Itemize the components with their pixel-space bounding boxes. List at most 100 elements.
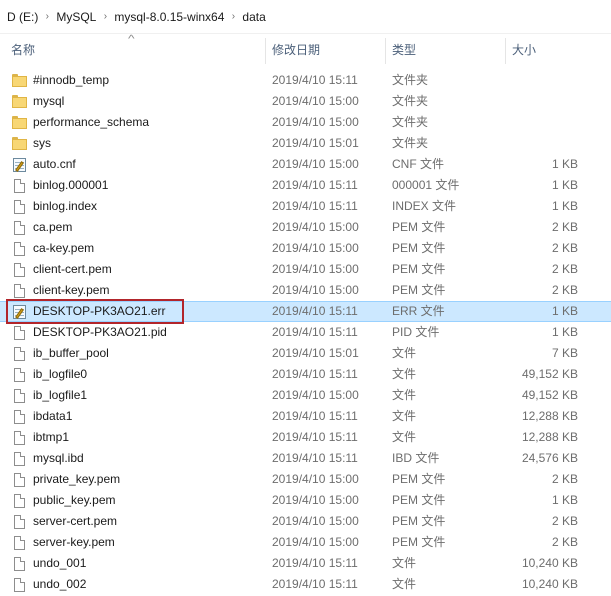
column-divider[interactable]	[505, 38, 506, 64]
folder-icon	[12, 95, 27, 108]
file-row[interactable]: ib_logfile0 2019/4/10 15:11 文件 49,152 KB	[0, 364, 611, 385]
file-row[interactable]: #innodb_temp 2019/4/10 15:11 文件夹	[0, 70, 611, 91]
file-row[interactable]: DESKTOP-PK3AO21.err 2019/4/10 15:11 ERR 文件…	[0, 301, 611, 322]
file-row[interactable]: private_key.pem 2019/4/10 15:00 PEM 文件 2 KB	[0, 469, 611, 490]
file-name: ib_buffer_pool	[33, 346, 109, 360]
file-size: 1 KB	[551, 304, 578, 318]
file-row[interactable]: binlog.index 2019/4/10 15:11 INDEX 文件 1 KB	[0, 196, 611, 217]
file-date: 2019/4/10 15:11	[272, 199, 358, 213]
file-type: 文件夹	[392, 115, 429, 129]
file-name: client-cert.pem	[33, 262, 112, 276]
file-row[interactable]: binlog.000001 2019/4/10 15:11 000001 文件 1 K…	[0, 175, 611, 196]
file-row[interactable]: sys 2019/4/10 15:01 文件夹	[0, 133, 611, 154]
file-icon	[14, 367, 25, 382]
file-row[interactable]: ca.pem 2019/4/10 15:00 PEM 文件 2 KB	[0, 217, 611, 238]
chevron-right-icon[interactable]: ›	[224, 11, 242, 22]
file-date: 2019/4/10 15:00	[272, 283, 359, 297]
file-row[interactable]: public_key.pem 2019/4/10 15:00 PEM 文件 1 KB	[0, 490, 611, 511]
file-type: 文件夹	[392, 94, 429, 108]
file-name: ib_logfile1	[33, 388, 88, 402]
column-header-size[interactable]: 大小	[512, 34, 602, 66]
file-row[interactable]: mysql.ibd 2019/4/10 15:11 IBD 文件 24,576 KB	[0, 448, 611, 469]
breadcrumb-item-data[interactable]: data	[242, 10, 265, 24]
column-header-name[interactable]: 名称	[11, 34, 265, 66]
file-row-icon-cell	[12, 133, 28, 154]
breadcrumb-item-mysql[interactable]: MySQL	[56, 10, 96, 24]
file-date: 2019/4/10 15:00	[272, 94, 359, 108]
file-type: 文件	[392, 409, 417, 423]
file-icon	[14, 199, 25, 214]
file-row[interactable]: undo_001 2019/4/10 15:11 文件 10,240 KB	[0, 553, 611, 574]
file-row-icon-cell	[12, 364, 28, 385]
file-name: binlog.000001	[33, 178, 109, 192]
file-row[interactable]: DESKTOP-PK3AO21.pid 2019/4/10 15:11 PID 文件…	[0, 322, 611, 343]
file-icon	[14, 472, 25, 487]
file-type: ERR 文件	[392, 304, 445, 318]
file-row-icon-cell	[12, 343, 28, 364]
file-row-icon-cell	[12, 385, 28, 406]
file-row-icon-cell	[12, 448, 28, 469]
file-type: 文件	[392, 388, 417, 402]
file-row-icon-cell	[12, 553, 28, 574]
file-row-icon-cell	[12, 70, 28, 91]
file-row[interactable]: mysql 2019/4/10 15:00 文件夹	[0, 91, 611, 112]
file-row[interactable]: server-cert.pem 2019/4/10 15:00 PEM 文件 2 KB	[0, 511, 611, 532]
file-type: PEM 文件	[392, 241, 446, 255]
file-type: 文件	[392, 556, 417, 570]
file-name: client-key.pem	[33, 283, 110, 297]
file-size: 49,152 KB	[521, 367, 578, 381]
file-size: 10,240 KB	[521, 577, 578, 591]
file-row[interactable]: ib_logfile1 2019/4/10 15:00 文件 49,152 KB	[0, 385, 611, 406]
file-name: DESKTOP-PK3AO21.err	[33, 304, 166, 318]
file-type: 文件夹	[392, 73, 429, 87]
file-size: 1 KB	[551, 325, 578, 339]
file-date: 2019/4/10 15:01	[272, 346, 359, 360]
column-header-type[interactable]: 类型	[392, 34, 502, 66]
notepad-icon	[13, 157, 26, 172]
column-divider[interactable]	[265, 38, 266, 64]
file-row[interactable]: performance_schema 2019/4/10 15:00 文件夹	[0, 112, 611, 133]
file-icon	[14, 283, 25, 298]
file-size: 12,288 KB	[521, 430, 578, 444]
file-date: 2019/4/10 15:00	[272, 115, 359, 129]
breadcrumb-item-mysql-version[interactable]: mysql-8.0.15-winx64	[114, 10, 224, 24]
chevron-right-icon[interactable]: ›	[38, 11, 56, 22]
file-row[interactable]: server-key.pem 2019/4/10 15:00 PEM 文件 2 KB	[0, 532, 611, 553]
file-type: 文件	[392, 577, 417, 591]
file-row-icon-cell	[12, 280, 28, 301]
file-row-icon-cell	[12, 469, 28, 490]
file-type: PEM 文件	[392, 262, 446, 276]
file-row[interactable]: ca-key.pem 2019/4/10 15:00 PEM 文件 2 KB	[0, 238, 611, 259]
file-size: 24,576 KB	[521, 451, 578, 465]
chevron-right-icon[interactable]: ›	[96, 11, 114, 22]
file-row-icon-cell	[12, 91, 28, 112]
file-row[interactable]: auto.cnf 2019/4/10 15:00 CNF 文件 1 KB	[0, 154, 611, 175]
file-name: mysql	[33, 94, 65, 108]
file-size: 1 KB	[551, 493, 578, 507]
file-row-icon-cell	[12, 532, 28, 553]
file-type: PEM 文件	[392, 283, 446, 297]
file-name: public_key.pem	[33, 493, 116, 507]
file-row[interactable]: ib_buffer_pool 2019/4/10 15:01 文件 7 KB	[0, 343, 611, 364]
file-row-icon-cell	[12, 322, 28, 343]
file-name: ib_logfile0	[33, 367, 88, 381]
file-row[interactable]: client-cert.pem 2019/4/10 15:00 PEM 文件 2 KB	[0, 259, 611, 280]
file-name: mysql.ibd	[33, 451, 84, 465]
file-date: 2019/4/10 15:11	[272, 178, 358, 192]
file-list: #innodb_temp 2019/4/10 15:11 文件夹 mysql 2019/…	[0, 70, 611, 595]
file-row-icon-cell	[12, 112, 28, 133]
file-date: 2019/4/10 15:11	[272, 409, 358, 423]
file-row[interactable]: client-key.pem 2019/4/10 15:00 PEM 文件 2 KB	[0, 280, 611, 301]
file-row[interactable]: ibtmp1 2019/4/10 15:11 文件 12,288 KB	[0, 427, 611, 448]
file-row-icon-cell	[12, 217, 28, 238]
file-size: 1 KB	[551, 178, 578, 192]
file-row[interactable]: ibdata1 2019/4/10 15:11 文件 12,288 KB	[0, 406, 611, 427]
column-divider[interactable]	[385, 38, 386, 64]
file-name: ca-key.pem	[33, 241, 95, 255]
breadcrumb-item-drive[interactable]: D (E:)	[7, 10, 38, 24]
file-icon	[14, 325, 25, 340]
file-type: INDEX 文件	[392, 199, 457, 213]
column-header-date[interactable]: 修改日期	[272, 34, 382, 66]
file-row[interactable]: undo_002 2019/4/10 15:11 文件 10,240 KB	[0, 574, 611, 595]
file-name: server-key.pem	[33, 535, 115, 549]
